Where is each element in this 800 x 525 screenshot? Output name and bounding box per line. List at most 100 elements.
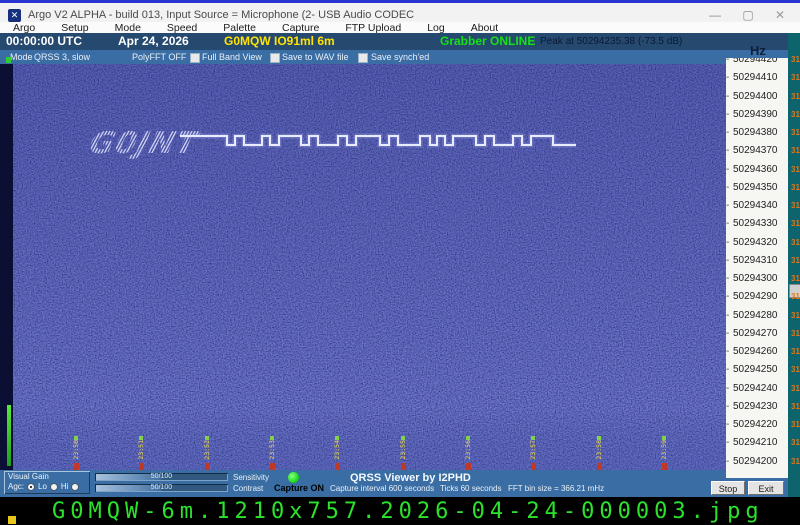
waterfall-display[interactable]: G0JNT — [13, 64, 726, 470]
menu-item-palette[interactable]: Palette — [210, 22, 269, 34]
menu-item-log[interactable]: Log — [414, 22, 458, 34]
clipped-edge-text: 31 — [791, 347, 800, 356]
freq-tick-label: -50294300 — [726, 273, 788, 284]
freq-tick-label: -50294330 — [726, 218, 788, 229]
menu-item-mode[interactable]: Mode — [102, 22, 154, 34]
clipped-edge-text: 31 — [791, 457, 800, 466]
clipped-edge-text: 31 — [791, 365, 800, 374]
station-callsign: G0MQW IO91ml 6m — [224, 33, 335, 50]
save-synched-label[interactable]: Save synch'ed — [371, 50, 429, 64]
freq-tick-label: -50294410 — [726, 72, 788, 83]
menu-item-ftp-upload[interactable]: FTP Upload — [332, 22, 414, 34]
freq-tick-label: -50294290 — [726, 291, 788, 302]
full-band-view-checkbox[interactable] — [190, 53, 200, 63]
clipped-edge-text: 31 — [791, 165, 800, 174]
freq-tick-label: -50294200 — [726, 456, 788, 467]
utc-clock: 00:00:00 UTC — [6, 33, 82, 50]
visual-gain-option-label: Lo — [38, 482, 47, 491]
capture-interval-label: Capture interval 600 seconds — [330, 484, 434, 493]
sensitivity-slider[interactable]: 50/100 — [95, 473, 228, 481]
capture-filename: G0MQW-6m.1210x757.2026-04-24-000003.jpg — [52, 499, 764, 524]
qrss-callsign-signal: G0JNT — [86, 126, 202, 161]
status-row: 00:00:00 UTC Apr 24, 2026 G0MQW IO91ml 6… — [0, 33, 800, 50]
clipped-edge-text: 31 — [791, 146, 800, 155]
app-name-label: QRSS Viewer by I2PHD — [350, 472, 471, 484]
freq-tick-label: -50294400 — [726, 91, 788, 102]
fft-bin-size-label: FFT bin size = 366.21 mHz — [508, 484, 604, 493]
screen-right-edge: 31 31 31 31 31 31 31 31 31 31 31 31 31 31 31 31 31 31 31 31… — [788, 33, 800, 497]
clipped-edge-text: 31 — [791, 55, 800, 64]
ticks-setting-label: Ticks 60 seconds — [440, 484, 502, 493]
clipped-edge-text: 31 — [791, 384, 800, 393]
clipped-edge-text: 31 — [791, 110, 800, 119]
frequency-scale[interactable]: -50294420-50294410-50294400-50294390-502… — [726, 58, 788, 478]
menu-item-speed[interactable]: Speed — [154, 22, 210, 34]
menu-item-argo[interactable]: Argo — [0, 22, 48, 34]
clipped-edge-text: 31 — [791, 292, 800, 301]
freq-tick-label: -50294270 — [726, 328, 788, 339]
clipped-edge-text: 31 — [791, 420, 800, 429]
date-label: Apr 24, 2026 — [118, 33, 189, 50]
signal-level-bar — [7, 405, 11, 466]
freq-tick-label: -50294360 — [726, 164, 788, 175]
freq-tick-label: -50294240 — [726, 383, 788, 394]
menu-item-capture[interactable]: Capture — [269, 22, 332, 34]
clipped-edge-text: 31 — [791, 329, 800, 338]
visual-gain-options: Agc: Lo Hi — [8, 482, 79, 491]
visual-gain-panel: Visual Gain Agc: Lo Hi — [4, 471, 90, 494]
clipped-edge-text: 31 — [791, 238, 800, 247]
stop-button[interactable]: Stop — [711, 481, 745, 495]
capture-status[interactable]: Capture ON — [274, 483, 324, 493]
level-indicator-dot — [6, 57, 11, 63]
argo-window: ✕ Argo V2 ALPHA - build 013, Input Sourc… — [0, 0, 800, 525]
menu-bar: ArgoSetupModeSpeedPaletteCaptureFTP Uplo… — [0, 22, 800, 33]
clipped-edge-text: 31 — [791, 73, 800, 82]
save-wav-checkbox[interactable] — [270, 53, 280, 63]
freq-tick-label: -50294250 — [726, 364, 788, 375]
freq-tick-label: -50294380 — [726, 127, 788, 138]
full-band-view-label[interactable]: Full Band View — [202, 50, 262, 64]
menu-item-about[interactable]: About — [458, 22, 511, 34]
contrast-slider[interactable]: 50/100 — [95, 484, 228, 492]
polyfft-toggle[interactable]: PolyFFT OFF — [132, 50, 186, 64]
clipped-edge-text: 31 — [791, 274, 800, 283]
clipped-edge-text: 31 — [791, 438, 800, 447]
exit-button[interactable]: Exit — [748, 481, 784, 495]
freq-tick-label: -50294390 — [726, 109, 788, 120]
visual-gain-title: Visual Gain — [8, 472, 49, 481]
clipped-edge-text: 31 — [791, 183, 800, 192]
clipped-edge-text: 31 — [791, 402, 800, 411]
mode-row: Mode QRSS 3, slow PolyFFT OFF Full Band … — [0, 50, 800, 64]
control-bar: Visual Gain Agc:LoHi 50/100 50/100 Sensi… — [0, 470, 800, 497]
freq-tick-label: -50294260 — [726, 346, 788, 357]
frequency-unit-label: Hz — [750, 43, 766, 58]
save-wav-label[interactable]: Save to WAV file — [282, 50, 349, 64]
mode-label: Mode — [10, 50, 33, 64]
mode-value[interactable]: QRSS 3, slow — [34, 50, 90, 64]
visual-gain-option-label: Agc: — [8, 482, 24, 491]
freq-tick-label: -50294340 — [726, 200, 788, 211]
menu-item-setup[interactable]: Setup — [48, 22, 101, 34]
freq-tick-label: -50294370 — [726, 145, 788, 156]
clipped-edge-text: 31 — [791, 219, 800, 228]
freq-tick-label: -50294220 — [726, 419, 788, 430]
clipped-edge-text: 31 — [791, 201, 800, 210]
taskbar-chip — [8, 516, 16, 524]
radio-agc[interactable] — [27, 483, 35, 491]
freq-tick-label: -50294230 — [726, 401, 788, 412]
clipped-edge-text: 31 — [791, 92, 800, 101]
svg-text:G0JNT: G0JNT — [86, 126, 202, 161]
app-icon: ✕ — [8, 9, 21, 22]
save-synched-checkbox[interactable] — [358, 53, 368, 63]
radio-hi[interactable] — [71, 483, 79, 491]
clipped-edge-text: 31 — [791, 256, 800, 265]
visual-gain-option-label: Hi — [61, 482, 69, 491]
freq-tick-label: -50294210 — [726, 437, 788, 448]
clipped-edge-text: 31 — [791, 311, 800, 320]
freq-tick-label: -50294310 — [726, 255, 788, 266]
peak-frequency-readout: Peak at 50294235.38 (-73.5 dB) — [540, 33, 682, 50]
radio-lo[interactable] — [50, 483, 58, 491]
contrast-label: Contrast — [233, 484, 263, 493]
freq-tick-label: -50294280 — [726, 310, 788, 321]
freq-tick-label: -50294320 — [726, 237, 788, 248]
